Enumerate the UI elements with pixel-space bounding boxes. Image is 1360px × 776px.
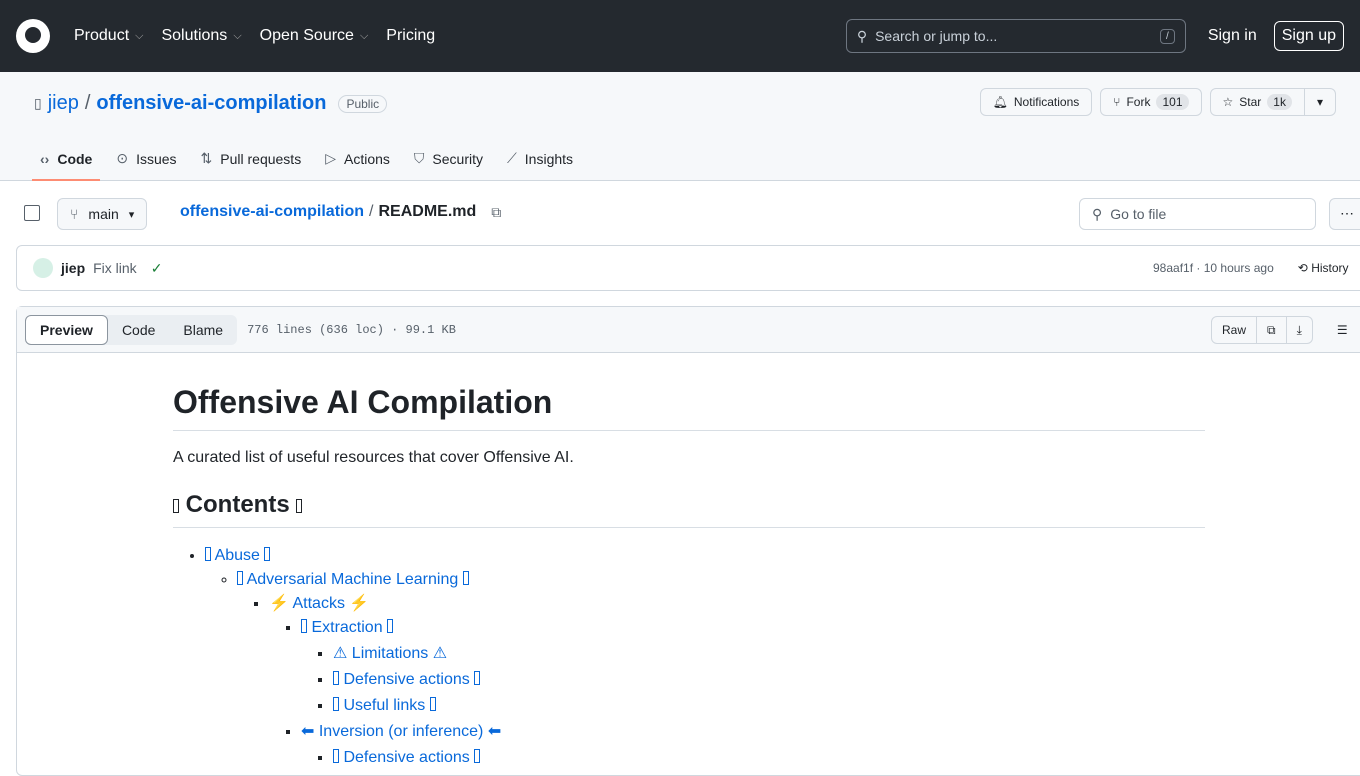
tab-actions[interactable]: ▷ Actions xyxy=(317,136,398,181)
check-icon[interactable]: ✓ xyxy=(151,260,163,277)
tab-code[interactable]: ‹› Code xyxy=(32,136,101,181)
star-icon: ☆ xyxy=(1222,95,1234,109)
avatar[interactable] xyxy=(33,258,53,278)
repo-title: ▯ jiep / offensive-ai-compilation Public xyxy=(34,92,388,115)
nav-solutions[interactable]: Solutions ⌵ xyxy=(161,27,241,45)
breadcrumb: offensive-ai-compilation / README.md ⧉ xyxy=(180,203,502,221)
table-of-contents: Abuse Adversarial Machine Learning ⚡ Att… xyxy=(173,544,1205,770)
github-logo-icon[interactable] xyxy=(16,19,50,53)
fork-icon: ⑂ xyxy=(1113,95,1121,109)
history-button[interactable]: ⟲ History xyxy=(1298,261,1349,275)
view-switcher: Preview Code Blame xyxy=(25,314,238,345)
visibility-badge: Public xyxy=(338,94,388,113)
search-icon: ⚲ xyxy=(856,27,868,44)
play-icon: ▷ xyxy=(325,150,336,166)
pull-request-icon: ⇅ xyxy=(200,150,213,166)
toc-link[interactable]: ⚡ Attacks ⚡ xyxy=(269,595,369,612)
branch-icon: ⑂ xyxy=(70,206,79,222)
download-icon[interactable]: ⤓ xyxy=(1286,316,1313,344)
toc-link[interactable]: Defensive actions xyxy=(333,749,481,766)
issue-icon: ⊙ xyxy=(116,150,129,166)
copy-raw-icon[interactable]: ⧉ xyxy=(1257,316,1287,344)
tab-pull-requests[interactable]: ⇅ Pull requests xyxy=(193,136,310,181)
file-info: 776 lines (636 loc) · 99.1 KB xyxy=(247,322,456,337)
copy-icon[interactable]: ⧉ xyxy=(491,204,501,221)
chevron-down-icon: ⌵ xyxy=(135,29,144,42)
toc-link[interactable]: Extraction xyxy=(301,619,394,636)
shield-icon: ⛉ xyxy=(413,150,425,166)
caret-down-icon: ▾ xyxy=(1316,95,1323,109)
toc-link[interactable]: ⚠ Limitations ⚠ xyxy=(333,645,447,662)
star-dropdown-button[interactable]: ▾ xyxy=(1304,88,1336,116)
breadcrumb-repo-link[interactable]: offensive-ai-compilation xyxy=(180,203,364,221)
bell-icon: 🔔︎ xyxy=(992,95,1008,109)
sign-up-button[interactable]: Sign up xyxy=(1273,21,1344,51)
repo-icon: ▯ xyxy=(34,95,42,111)
star-button[interactable]: ☆ Star 1k xyxy=(1209,88,1305,116)
sidebar-toggle-icon[interactable] xyxy=(24,205,40,221)
nav-product[interactable]: Product ⌵ xyxy=(74,27,143,45)
notifications-button[interactable]: 🔔︎ Notifications xyxy=(979,88,1093,116)
code-view-tab[interactable]: Code xyxy=(108,315,169,345)
tab-issues[interactable]: ⊙ Issues xyxy=(108,136,184,181)
commit-author[interactable]: jiep xyxy=(61,260,85,276)
nav-pricing[interactable]: Pricing xyxy=(386,27,435,45)
readme-content: Offensive AI Compilation A curated list … xyxy=(173,384,1205,772)
search-icon: ⚲ xyxy=(1092,205,1103,222)
toc-link[interactable]: Adversarial Machine Learning xyxy=(237,571,469,588)
graph-icon: ⟋ xyxy=(506,150,517,166)
toc-link[interactable]: Abuse xyxy=(205,547,271,564)
outline-icon[interactable]: ☰ xyxy=(1327,316,1358,344)
commit-time: 10 hours ago xyxy=(1203,261,1274,275)
breadcrumb-file: README.md xyxy=(378,203,477,220)
code-icon: ‹› xyxy=(40,150,50,167)
more-options-button[interactable]: ⋯ xyxy=(1329,198,1360,230)
repo-header: ▯ jiep / offensive-ai-compilation Public … xyxy=(0,72,1360,181)
owner-link[interactable]: jiep xyxy=(48,92,79,115)
readme-description: A curated list of useful resources that … xyxy=(173,449,574,466)
shortcut-hint: / xyxy=(1160,28,1175,44)
history-icon: ⟲ xyxy=(1297,261,1308,275)
search-input[interactable]: ⚲ Search or jump to... / xyxy=(845,19,1186,53)
caret-down-icon: ▾ xyxy=(128,208,135,221)
toc-link[interactable]: Defensive actions xyxy=(333,671,481,688)
readme-title: Offensive AI Compilation xyxy=(173,384,1205,431)
preview-tab[interactable]: Preview xyxy=(25,314,108,345)
commit-message[interactable]: Fix link xyxy=(93,260,137,276)
tab-insights[interactable]: ⟋ Insights xyxy=(499,136,581,181)
toc-link[interactable]: ⬅ Inversion (or inference) ⬅ xyxy=(301,723,501,740)
file-navigation: ⑂ main ▾ offensive-ai-compilation / README… xyxy=(0,181,1360,245)
repo-link[interactable]: offensive-ai-compilation xyxy=(96,92,326,115)
chevron-down-icon: ⌵ xyxy=(359,29,369,42)
chevron-down-icon: ⌵ xyxy=(233,29,242,42)
latest-commit: jiep Fix link ✓ 98aaf1f · 10 hours ago ⟲… xyxy=(16,245,1360,291)
go-to-file-input[interactable]: ⚲ Go to file xyxy=(1079,198,1316,230)
global-header: Product ⌵ Solutions ⌵ Open Source ⌵ Pricing… xyxy=(0,0,1360,72)
fork-button[interactable]: ⑂ Fork 101 xyxy=(1100,88,1202,116)
raw-button[interactable]: Raw xyxy=(1211,316,1258,344)
tab-security[interactable]: ⛉ Security xyxy=(406,136,491,181)
commit-sha[interactable]: 98aaf1f xyxy=(1153,261,1193,275)
nav-open-source[interactable]: Open Source ⌵ xyxy=(260,27,369,45)
toc-link[interactable]: Useful links xyxy=(333,697,436,714)
blame-tab[interactable]: Blame xyxy=(169,315,237,345)
sign-in-link[interactable]: Sign in xyxy=(1208,27,1257,45)
branch-selector[interactable]: ⑂ main ▾ xyxy=(57,198,148,230)
contents-heading: Contents xyxy=(173,491,1205,528)
